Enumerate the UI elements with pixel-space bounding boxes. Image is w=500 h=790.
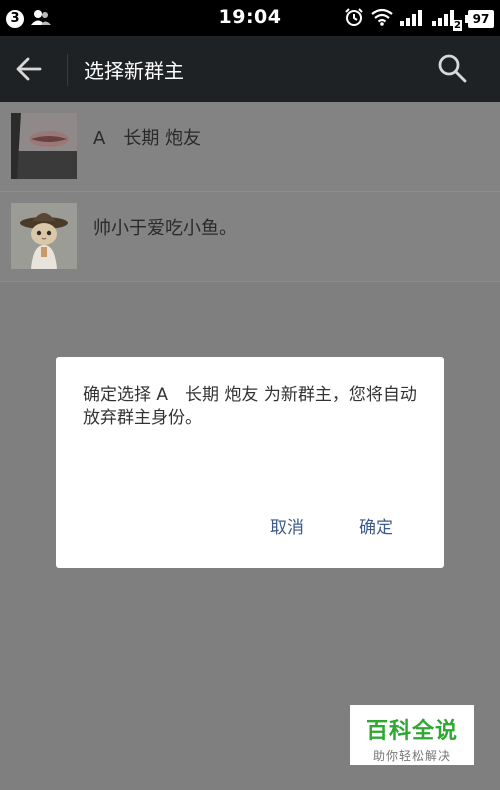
member-name: 帅小于爱吃小鱼。 — [93, 218, 237, 239]
signal-icon-2: 2 — [432, 8, 462, 31]
page-title: 选择新群主 — [84, 59, 184, 83]
member-list: A 长期 炮友 帅小于爱吃小鱼。 — [0, 102, 500, 282]
list-item[interactable]: 帅小于爱吃小鱼。 — [0, 192, 500, 282]
watermark-title: 百科全说 — [365, 719, 458, 744]
confirm-dialog: 确定选择 A 长期 炮友 为新群主，您将自动放弃群主身份。 取消 确定 — [56, 357, 444, 568]
wifi-icon — [370, 8, 394, 30]
status-bar: 3 19:04 2 97 — [0, 0, 500, 36]
status-right: 2 97 — [344, 7, 494, 31]
nav-header: 选择新群主 — [0, 36, 500, 102]
alarm-icon — [344, 7, 364, 31]
list-item[interactable]: A 长期 炮友 — [0, 102, 500, 192]
member-name: A 长期 炮友 — [93, 128, 202, 149]
header-divider — [67, 54, 68, 86]
watermark-logo: 百科全说 助你轻松解决 — [350, 705, 474, 765]
battery-icon: 97 — [465, 10, 494, 28]
dialog-message: 确定选择 A 长期 炮友 为新群主，您将自动放弃群主身份。 — [83, 385, 417, 428]
sim2-label: 2 — [453, 20, 462, 31]
confirm-button[interactable]: 确定 — [353, 509, 399, 542]
signal-icon — [400, 8, 426, 30]
search-button[interactable] — [436, 52, 476, 88]
avatar — [11, 203, 77, 269]
avatar — [11, 113, 77, 179]
back-button[interactable] — [14, 52, 54, 86]
cancel-button[interactable]: 取消 — [264, 509, 310, 542]
back-arrow-icon — [14, 57, 44, 88]
watermark-subtitle: 助你轻松解决 — [372, 749, 451, 763]
search-icon — [436, 54, 468, 88]
